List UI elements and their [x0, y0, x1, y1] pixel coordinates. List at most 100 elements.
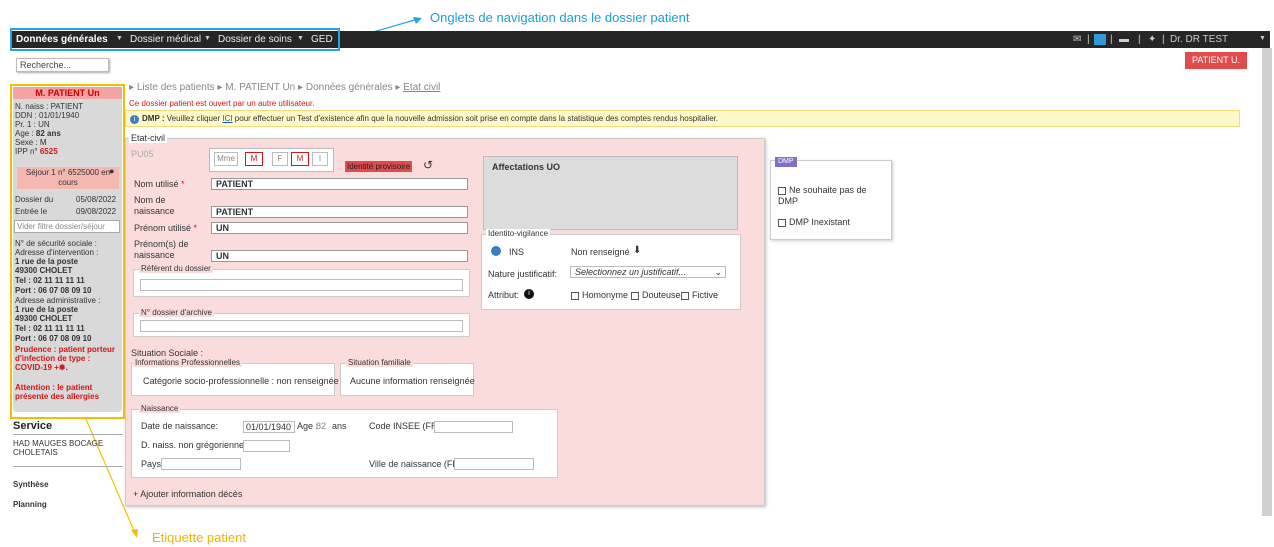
attribut-label: Attribut:	[488, 290, 520, 300]
sexe-i[interactable]: I	[312, 152, 328, 166]
checkbox[interactable]	[631, 291, 639, 300]
attribut-douteuse[interactable]: Douteuse	[631, 290, 681, 301]
pin-icon[interactable]: ✦	[1148, 34, 1156, 45]
link-synthese[interactable]: Synthèse	[13, 480, 49, 489]
date-naissance-label: Date de naissance:	[141, 421, 219, 431]
checkbox[interactable]	[681, 291, 689, 300]
dmp-pre: Veuillez cliquer	[164, 114, 223, 123]
separator: |	[1162, 34, 1165, 45]
entree-le-label: Entrée le	[15, 207, 48, 216]
label-sexe: Sexe : M	[15, 138, 47, 147]
dmp-option-inexistant[interactable]: DMP Inexistant	[778, 217, 850, 228]
breadcrumb: ▸ Liste des patients ▸ M. PATIENT Un ▸ D…	[129, 82, 440, 93]
required-mark: *	[193, 223, 198, 233]
dmp-icon[interactable]	[1094, 34, 1106, 45]
naissance-legend: Naissance	[139, 404, 181, 413]
info-icon[interactable]: ●	[109, 166, 114, 176]
ipp-value: 6525	[39, 147, 58, 156]
date-naissance-input[interactable]: 01/01/1940	[243, 421, 295, 433]
identito-legend: Identito-vigilance	[486, 229, 551, 238]
dmp-option-inexistant-text: DMP Inexistant	[789, 217, 850, 227]
annotation-label: Etiquette patient	[152, 530, 246, 545]
service-title: Service	[13, 420, 53, 432]
prenoms-naissance-input[interactable]: UN	[211, 250, 468, 262]
dossier-du-value: 05/08/2022	[76, 195, 117, 204]
scrollbar[interactable]	[1262, 48, 1272, 516]
prenom-utilise-text: Prénom utilisé	[134, 223, 192, 233]
chevron-down-icon: ⌄	[714, 267, 722, 277]
ajouter-deces-link[interactable]: + Ajouter information décès	[133, 489, 242, 500]
chevron-down-icon[interactable]: ▼	[1259, 35, 1266, 42]
archive-input[interactable]	[140, 320, 463, 332]
link-planning[interactable]: Planning	[13, 500, 47, 509]
non-greg-input[interactable]	[243, 440, 290, 452]
port-interv: Port : 06 07 08 09 10	[15, 286, 92, 295]
dmp-post: pour effectuer un Test d'existence afin …	[232, 114, 719, 123]
dmp-option-refus[interactable]: Ne souhaite pas de DMP	[778, 185, 888, 207]
patient-name[interactable]: M. PATIENT Un	[13, 87, 122, 99]
search-input[interactable]: Recherche...	[16, 58, 109, 72]
age-label: Age :	[297, 421, 319, 431]
nature-select[interactable]: Selectionnez un justificatif... ⌄	[570, 266, 726, 278]
adr-admin-line: 1 rue de la poste	[15, 305, 79, 314]
prenom-utilise-input[interactable]: UN	[211, 222, 468, 234]
patient-button[interactable]: PATIENT U.	[1185, 52, 1247, 69]
attribut-homonyme-text: Homonyme	[582, 290, 629, 300]
civilite-mme[interactable]: Mme	[214, 152, 238, 166]
pays-input[interactable]	[161, 458, 241, 470]
attribut-homonyme[interactable]: Homonyme	[571, 290, 628, 301]
ville-naissance-input[interactable]	[454, 458, 534, 470]
identite-provisoire-badge: Identité provisoire	[345, 161, 413, 172]
archive-legend: N° dossier d'archive	[139, 308, 214, 317]
checkbox[interactable]	[778, 218, 786, 227]
vider-filtre-button[interactable]: Vider filtre dossier/séjour	[14, 220, 120, 233]
attribut-fictive[interactable]: Fictive	[681, 290, 718, 301]
info-icon[interactable]: i	[524, 289, 534, 299]
user-menu[interactable]: Dr. DR TEST	[1170, 34, 1228, 45]
nature-placeholder: Selectionnez un justificatif...	[575, 267, 687, 277]
dmp-bold: DMP :	[142, 114, 165, 123]
entree-le-value: 09/08/2022	[76, 207, 117, 216]
nom-utilise-label: Nom utilisé *	[134, 179, 185, 190]
sexe-f[interactable]: F	[272, 152, 288, 166]
info-pro-value: Catégorie socio-professionnelle : non re…	[143, 376, 339, 386]
info-icon: i	[130, 115, 139, 124]
nom-utilise-input[interactable]: PATIENT	[211, 178, 468, 190]
secu-label: N° de sécurité sociale :	[15, 239, 97, 248]
referent-input[interactable]	[140, 279, 463, 291]
patient-code: PU05	[131, 149, 154, 159]
sejour-text: Séjour 1 n° 6525000 en cours	[25, 168, 111, 187]
insee-input[interactable]	[434, 421, 513, 433]
monitor-icon[interactable]: ▬	[1119, 34, 1129, 45]
civilite-m[interactable]: M	[245, 152, 263, 166]
age-value: 82	[316, 421, 327, 431]
non-greg-label: D. naiss. non grégorienne :	[141, 440, 250, 450]
globe-icon	[491, 246, 501, 256]
sejour-badge[interactable]: Séjour 1 n° 6525000 en cours	[17, 167, 119, 189]
nom-naissance-label: Nom de naissance	[134, 195, 175, 216]
label-line: Pr. 1 : UN	[15, 120, 50, 129]
breadcrumb-arrow: ▸	[298, 82, 306, 93]
checkbox[interactable]	[778, 186, 786, 195]
history-icon[interactable]: ↺	[423, 158, 433, 172]
divider	[13, 434, 123, 435]
separator: |	[1138, 34, 1141, 45]
attribut-douteuse-text: Douteuse	[642, 290, 681, 300]
dmp-notice: i DMP : Veuillez cliquer ICI pour effectu…	[125, 110, 1240, 127]
crumb-donnees[interactable]: Données générales	[306, 82, 393, 93]
dmp-legend: DMP	[775, 157, 797, 167]
crumb-liste[interactable]: Liste des patients	[137, 82, 215, 93]
nom-naissance-input[interactable]: PATIENT	[211, 206, 468, 218]
age-value: 82 ans	[35, 129, 61, 138]
dossier-du-label: Dossier du	[15, 195, 54, 204]
mail-icon[interactable]: ✉	[1073, 34, 1081, 45]
crumb-etat-civil[interactable]: Etat civil	[403, 82, 440, 93]
sexe-m[interactable]: M	[291, 152, 309, 166]
dmp-link[interactable]: ICI	[222, 114, 232, 123]
crumb-patient[interactable]: M. PATIENT Un	[225, 82, 295, 93]
download-icon[interactable]: ⬇	[633, 245, 641, 256]
adr-admin-ville: 49300 CHOLET	[15, 314, 73, 323]
label-age: Age : 82 ans	[15, 129, 61, 138]
info-pro-legend: Informations Professionnelles	[133, 358, 242, 367]
checkbox[interactable]	[571, 291, 579, 300]
